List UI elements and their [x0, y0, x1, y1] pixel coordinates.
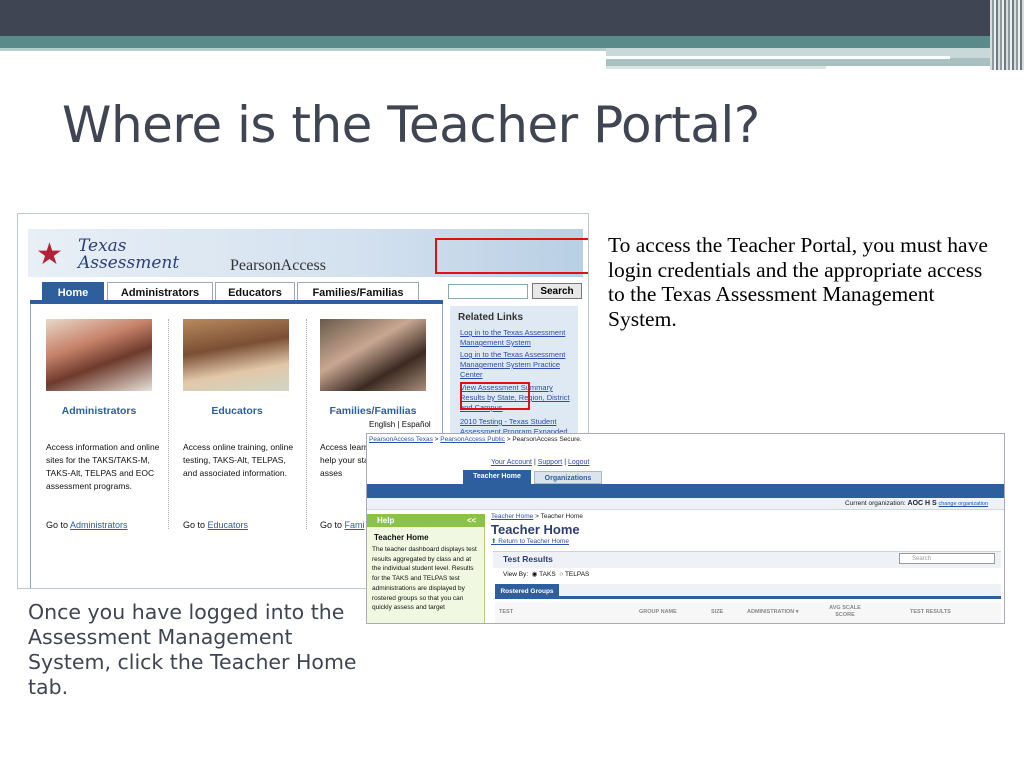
breadcrumb-link[interactable]: PearsonAccess Texas — [369, 436, 433, 443]
column-desc-educators: Access online training, online testing, … — [183, 442, 294, 478]
logo-text-line2: Assessment — [78, 253, 180, 273]
related-link[interactable]: Log in to the Texas Assessment Managemen… — [460, 350, 578, 380]
page-breadcrumb-current: Teacher Home — [540, 513, 583, 520]
collapse-icon[interactable]: << — [467, 514, 476, 527]
column-header-administration-label: ADMINISTRATION — [747, 609, 795, 615]
your-account-link[interactable]: Your Account — [491, 459, 532, 466]
test-results-title: Test Results — [503, 554, 553, 564]
right-band-stripe — [606, 56, 950, 59]
tab-organizations[interactable]: Organizations — [534, 471, 602, 484]
administrators-link[interactable]: Administrators — [70, 520, 128, 530]
column-header-test-results[interactable]: TEST RESULTS — [910, 609, 951, 616]
tab-educators[interactable]: Educators — [215, 282, 295, 302]
related-links-heading: Related Links — [458, 312, 524, 323]
breadcrumb-link[interactable]: PearsonAccess Public — [440, 436, 505, 443]
current-org-label: Current organization: — [845, 500, 906, 507]
slide-title: Where is the Teacher Portal? — [62, 96, 760, 154]
right-band-stripe-2 — [606, 66, 826, 69]
column-heading-administrators: Administrators — [61, 405, 137, 417]
left-paragraph: Once you have logged into the Assessment… — [28, 600, 357, 699]
search-button[interactable]: Search — [532, 283, 582, 299]
column-divider — [306, 319, 307, 529]
column-header-avg-scale-score[interactable]: AVG SCALE SCORE — [825, 605, 865, 619]
support-link[interactable]: Support — [538, 459, 563, 466]
texas-star-icon: ★ — [36, 238, 63, 271]
radio-label-taks: TAKS — [539, 571, 556, 578]
return-link-label: Return to Teacher Home — [498, 538, 569, 545]
tab-families[interactable]: Families/Familias — [297, 282, 419, 302]
column-header-test[interactable]: TEST — [499, 609, 513, 616]
column-header-administration[interactable]: ADMINISTRATION ▾ — [747, 609, 799, 616]
column-desc-administrators: Access information and online sites for … — [46, 442, 160, 491]
goto-educators: Go to Educators — [183, 520, 248, 530]
account-links: Your Account | Support | Logout — [491, 459, 590, 466]
right-band-dark — [606, 58, 1024, 66]
column-header-group-name[interactable]: GROUP NAME — [639, 609, 677, 616]
column-divider — [168, 319, 169, 529]
view-by-options: View By: ◉ TAKS ○ TELPAS — [503, 570, 589, 578]
thin-band — [0, 48, 606, 51]
educators-photo — [183, 319, 289, 391]
goto-administrators: Go to Administrators — [46, 520, 128, 530]
edge-stripes — [990, 0, 1024, 70]
goto-families: Go to Fami — [320, 520, 365, 530]
slide: Where is the Teacher Portal? To access t… — [0, 0, 1024, 768]
radio-unchecked-icon[interactable]: ○ — [559, 571, 563, 578]
tab-home[interactable]: Home — [42, 282, 104, 302]
current-organization: Current organization: AOC H S change org… — [845, 500, 988, 507]
goto-label: Go to — [320, 520, 343, 530]
tab-teacher-home[interactable]: Teacher Home — [463, 470, 531, 484]
help-heading: Teacher Home — [374, 533, 429, 542]
families-photo — [320, 319, 426, 391]
language-switch[interactable]: English | Español — [369, 420, 431, 429]
highlight-box-login — [435, 238, 588, 274]
column-header-size[interactable]: SIZE — [711, 609, 723, 616]
rostered-groups-bar — [495, 584, 1001, 599]
educators-link[interactable]: Educators — [208, 520, 249, 530]
column-heading-educators: Educators — [211, 405, 263, 417]
search-input[interactable] — [448, 284, 528, 299]
header-band — [0, 0, 1024, 36]
tab-administrators[interactable]: Administrators — [107, 282, 213, 302]
page-title: Teacher Home — [491, 522, 580, 537]
related-link[interactable]: Log in to the Texas Assessment Managemen… — [460, 328, 578, 348]
goto-label: Go to — [46, 520, 69, 530]
view-by-label: View By: — [503, 571, 529, 578]
help-text: The teacher dashboard displays test resu… — [372, 546, 477, 612]
radio-checked-icon[interactable]: ◉ — [532, 571, 538, 578]
breadcrumb: PearsonAccess Texas > PearsonAccess Publ… — [367, 434, 1004, 445]
families-link[interactable]: Fami — [345, 520, 365, 530]
page-breadcrumb: Teacher Home > Teacher Home — [491, 513, 583, 520]
breadcrumb-current: PearsonAccess Secure. — [512, 436, 582, 443]
administrators-photo — [46, 319, 152, 391]
return-link[interactable]: ⬆ Return to Teacher Home — [491, 537, 569, 545]
search-input[interactable]: Search — [899, 553, 995, 564]
current-org-value: AOC H S — [907, 500, 937, 507]
radio-label-telpas: TELPAS — [564, 571, 590, 578]
brand-name: PearsonAccess — [230, 257, 326, 274]
teal-band — [0, 36, 1024, 48]
tab-rostered-groups[interactable]: Rostered Groups — [495, 584, 559, 599]
goto-label: Go to — [183, 520, 206, 530]
logout-link[interactable]: Logout — [568, 459, 589, 466]
column-heading-families: Families/Familias — [329, 405, 417, 417]
teacher-home-screenshot: PearsonAccess Texas > PearsonAccess Publ… — [366, 433, 1005, 624]
nav-bar — [367, 484, 1004, 498]
page-breadcrumb-link[interactable]: Teacher Home — [491, 513, 533, 520]
highlight-box-summary — [460, 382, 530, 410]
change-organization-link[interactable]: change organization — [939, 501, 989, 507]
arrow-up-icon: ⬆ — [491, 538, 497, 545]
right-paragraph: To access the Teacher Portal, you must h… — [608, 233, 988, 331]
